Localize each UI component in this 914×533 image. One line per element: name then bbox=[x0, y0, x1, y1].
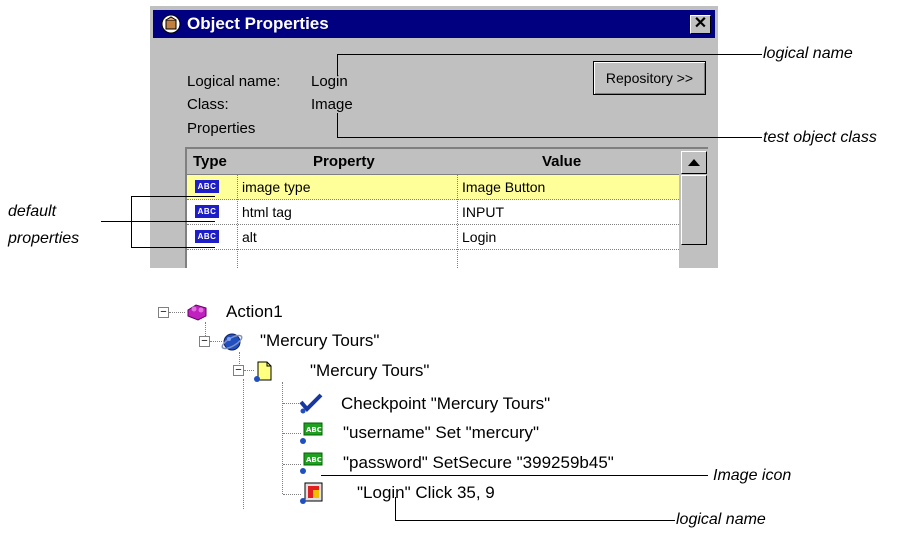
tree-node-page[interactable]: "Mercury Tours" bbox=[310, 360, 429, 382]
property-name: html tag bbox=[242, 204, 292, 220]
class-value: Image bbox=[311, 96, 353, 113]
callout-test-object-class: test object class bbox=[763, 129, 877, 146]
column-divider bbox=[457, 175, 458, 268]
callout-leader bbox=[101, 221, 132, 222]
tree-node-checkpoint[interactable]: Checkpoint "Mercury Tours" bbox=[341, 393, 550, 415]
column-divider bbox=[237, 175, 238, 268]
collapse-icon[interactable]: − bbox=[158, 307, 169, 318]
property-value: INPUT bbox=[462, 204, 504, 220]
tree-node-password[interactable]: "password" SetSecure "399259b45" bbox=[343, 452, 614, 474]
property-row[interactable]: ABC image type Image Button bbox=[187, 175, 679, 200]
callout-leader bbox=[337, 137, 762, 138]
checkpoint-icon bbox=[299, 393, 323, 414]
callout-image-icon: Image icon bbox=[713, 467, 792, 484]
properties-grid[interactable]: Type Property Value ABC image type Image… bbox=[185, 147, 708, 268]
svg-text:ABC: ABC bbox=[306, 456, 322, 464]
tree-connector bbox=[169, 312, 185, 313]
property-row[interactable]: ABC html tag INPUT bbox=[187, 200, 679, 225]
callout-bracket bbox=[131, 196, 132, 248]
repository-button[interactable]: Repository >> bbox=[593, 61, 706, 95]
callout-leader bbox=[131, 247, 215, 248]
callout-leader bbox=[321, 475, 708, 476]
callout-properties: properties bbox=[8, 230, 80, 247]
abc-type-icon: ABC bbox=[195, 205, 219, 218]
page-icon bbox=[254, 361, 272, 382]
close-button[interactable]: ✕ bbox=[690, 15, 711, 34]
tree-connector bbox=[282, 382, 283, 494]
header-type[interactable]: Type bbox=[193, 149, 227, 174]
dialog-title: Object Properties bbox=[187, 14, 329, 33]
logical-name-label: Logical name: bbox=[187, 73, 281, 90]
callout-leader bbox=[337, 54, 762, 55]
tree-node-browser[interactable]: "Mercury Tours" bbox=[260, 330, 379, 352]
tree-node-username[interactable]: "username" Set "mercury" bbox=[343, 422, 539, 444]
tree-node-action1[interactable]: Action1 bbox=[226, 301, 283, 323]
scroll-up-arrow-icon[interactable] bbox=[681, 151, 707, 174]
property-value: Image Button bbox=[462, 179, 546, 195]
header-property[interactable]: Property bbox=[313, 149, 375, 174]
callout-leader bbox=[395, 520, 675, 521]
svg-text:ABC: ABC bbox=[306, 426, 322, 434]
title-bar[interactable]: Object Properties ✕ bbox=[153, 10, 715, 38]
tree-connector bbox=[243, 379, 244, 509]
callout-leader bbox=[337, 113, 338, 137]
image-icon bbox=[300, 482, 323, 504]
edit-field-icon: ABC bbox=[300, 422, 323, 444]
abc-type-icon: ABC bbox=[195, 180, 219, 193]
property-row-empty[interactable] bbox=[187, 250, 679, 268]
tree-node-login-click[interactable]: "Login" Click 35, 9 bbox=[357, 482, 495, 504]
callout-leader bbox=[395, 497, 396, 520]
callout-leader bbox=[131, 196, 215, 197]
callout-logical-name: logical name bbox=[763, 45, 853, 62]
edit-field-icon: ABC bbox=[300, 452, 323, 474]
property-value: Login bbox=[462, 229, 497, 245]
header-value[interactable]: Value bbox=[542, 149, 581, 174]
callout-logical-name-bottom: logical name bbox=[676, 511, 766, 528]
callout-leader bbox=[337, 54, 338, 76]
abc-type-icon: ABC bbox=[195, 230, 219, 243]
properties-label: Properties bbox=[187, 120, 256, 137]
collapse-icon[interactable]: − bbox=[199, 336, 210, 347]
property-name: image type bbox=[242, 179, 311, 195]
object-properties-icon bbox=[161, 14, 181, 34]
property-row[interactable]: ABC alt Login bbox=[187, 225, 679, 250]
class-label: Class: bbox=[187, 96, 229, 113]
callout-leader bbox=[131, 221, 215, 222]
grid-scrollbar[interactable] bbox=[679, 149, 708, 268]
callout-default: default bbox=[8, 203, 57, 220]
browser-icon bbox=[221, 333, 243, 351]
tree-connector bbox=[239, 352, 240, 364]
collapse-icon[interactable]: − bbox=[233, 365, 244, 376]
grid-header: Type Property Value bbox=[187, 149, 679, 175]
property-name: alt bbox=[242, 229, 257, 245]
tree-connector bbox=[205, 322, 206, 336]
action-icon bbox=[187, 304, 207, 321]
scroll-thumb[interactable] bbox=[681, 175, 707, 245]
logical-name-value: Login bbox=[311, 73, 348, 90]
